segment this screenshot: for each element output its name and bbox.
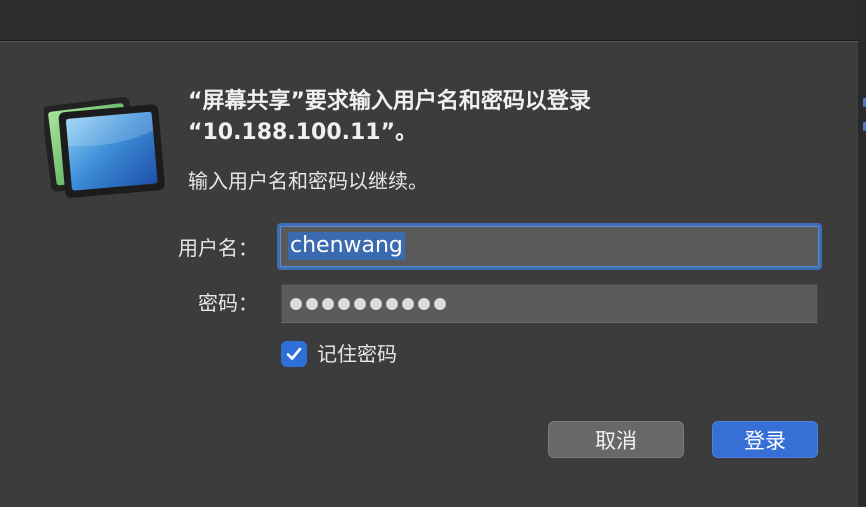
- remember-password-label: 记住密码: [317, 342, 397, 366]
- dialog-title-line1: “屏幕共享”要求输入用户名和密码以登录: [188, 89, 591, 114]
- password-dot: [306, 298, 318, 310]
- username-value: chenwang: [288, 232, 405, 260]
- dialog-subtitle: 输入用户名和密码以继续。: [188, 169, 428, 193]
- password-dot: [402, 298, 414, 310]
- checkbox-box[interactable]: [281, 341, 307, 367]
- dialog-title-line2: “10.188.100.11”。: [188, 120, 418, 145]
- cancel-button[interactable]: 取消: [548, 421, 684, 458]
- password-field[interactable]: [281, 284, 818, 323]
- password-dot: [418, 298, 430, 310]
- dialog-title: “屏幕共享”要求输入用户名和密码以登录 “10.188.100.11”。: [188, 86, 808, 148]
- background-window-edge: [858, 0, 866, 506]
- password-dot: [386, 298, 398, 310]
- username-field[interactable]: chenwang: [277, 223, 822, 270]
- checkmark-icon: [286, 347, 302, 360]
- login-button[interactable]: 登录: [712, 421, 818, 458]
- password-dot: [370, 298, 382, 310]
- password-dot: [290, 298, 302, 310]
- password-label: 密码：: [198, 291, 258, 315]
- screen-sharing-icon: [44, 96, 165, 198]
- password-mask: [290, 298, 809, 310]
- password-dot: [354, 298, 366, 310]
- window-titlebar: [0, 0, 866, 41]
- username-label: 用户名：: [178, 236, 258, 260]
- login-dialog: “屏幕共享”要求输入用户名和密码以登录 “10.188.100.11”。 输入用…: [0, 41, 858, 507]
- remember-password-checkbox[interactable]: 记住密码: [281, 340, 397, 368]
- password-dot: [322, 298, 334, 310]
- password-dot: [434, 298, 446, 310]
- password-dot: [338, 298, 350, 310]
